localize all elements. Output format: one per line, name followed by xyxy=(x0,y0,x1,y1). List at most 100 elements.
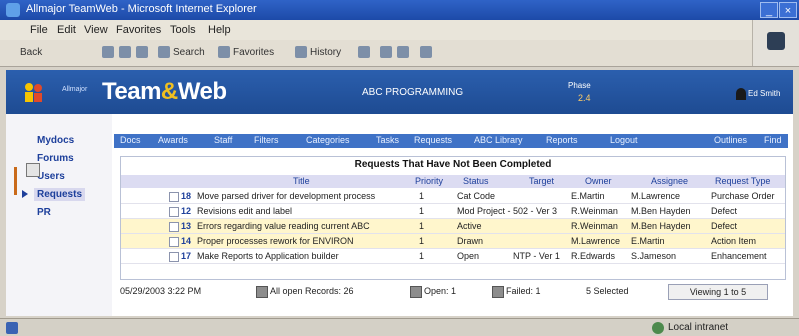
request-number[interactable]: 18 xyxy=(181,191,191,201)
history-icon xyxy=(295,46,307,58)
request-assignee: E.Martin xyxy=(631,236,665,246)
browser-window: Allmajor TeamWeb - Microsoft Internet Ex… xyxy=(0,0,799,336)
request-title[interactable]: Proper processes rework for ENVIRON xyxy=(197,236,407,246)
row-note-icon[interactable] xyxy=(26,163,40,177)
row-checkbox[interactable] xyxy=(169,192,179,202)
ie-logo-icon xyxy=(6,3,20,17)
intranet-zone-icon xyxy=(652,322,664,334)
col-assignee[interactable]: Assignee xyxy=(651,176,688,186)
request-title[interactable]: Errors regarding value reading current A… xyxy=(197,221,407,231)
footer-open[interactable]: Open: 1 xyxy=(424,286,456,296)
nav-outlines[interactable]: Outlines xyxy=(714,135,747,145)
request-status: Mod Project - 502 - Ver 3 xyxy=(457,206,558,216)
request-assignee: S.Jameson xyxy=(631,251,677,261)
minimize-button[interactable]: _ xyxy=(760,2,778,18)
nav-awards[interactable]: Awards xyxy=(158,135,188,145)
menu-edit[interactable]: Edit xyxy=(57,24,76,36)
search-button[interactable]: Search xyxy=(173,47,205,58)
col-status[interactable]: Status xyxy=(463,176,489,186)
request-priority: 1 xyxy=(419,206,425,216)
table-row[interactable]: 18 Move parsed driver for development pr… xyxy=(121,189,785,204)
favorites-button[interactable]: Favorites xyxy=(233,47,274,58)
nav-reports[interactable]: Reports xyxy=(546,135,578,145)
nav-requests[interactable]: Requests xyxy=(414,135,452,145)
request-number[interactable]: 14 xyxy=(181,236,191,246)
row-checkbox[interactable] xyxy=(169,252,179,262)
row-checkbox[interactable] xyxy=(169,222,179,232)
micro-brand: Allmajor xyxy=(62,86,88,93)
request-assignee: M.Lawrence xyxy=(631,191,681,201)
nav-logout[interactable]: Logout xyxy=(610,135,638,145)
history-button[interactable]: History xyxy=(310,47,341,58)
sidebar-item-forums[interactable]: Forums xyxy=(34,152,77,165)
requests-table: Requests That Have Not Been Completed Ti… xyxy=(120,156,786,280)
failed-icon xyxy=(492,286,504,298)
view-range-button[interactable]: Viewing 1 to 5 xyxy=(668,284,768,300)
user-area[interactable]: Ed Smith xyxy=(736,85,780,103)
request-assignee: M.Ben Hayden xyxy=(631,221,691,231)
menu-file[interactable]: File xyxy=(30,24,48,36)
menu-tools[interactable]: Tools xyxy=(170,24,196,36)
mail-icon[interactable] xyxy=(358,46,370,58)
table-row[interactable]: 12 Revisions edit and label 1 Mod Projec… xyxy=(121,204,785,219)
request-owner: E.Martin xyxy=(571,191,605,201)
col-request-type[interactable]: Request Type xyxy=(715,176,770,186)
footer-failed[interactable]: Failed: 1 xyxy=(506,286,541,296)
security-zone: Local intranet xyxy=(668,322,729,333)
row-checkbox[interactable] xyxy=(169,207,179,217)
request-title[interactable]: Make Reports to Application builder xyxy=(197,251,407,261)
request-type: Purchase Order xyxy=(711,191,775,201)
nav-tasks[interactable]: Tasks xyxy=(376,135,399,145)
program-name: ABC PROGRAMMING xyxy=(362,87,464,98)
discuss-icon[interactable] xyxy=(420,46,432,58)
home-icon[interactable] xyxy=(136,46,148,58)
menu-help[interactable]: Help xyxy=(208,24,231,36)
nav-abc-library[interactable]: ABC Library xyxy=(474,135,523,145)
status-bar: Local intranet xyxy=(0,318,799,336)
brand-main: Team xyxy=(102,78,161,105)
col-priority[interactable]: Priority xyxy=(415,176,443,186)
edit-icon[interactable] xyxy=(397,46,409,58)
footer-records[interactable]: All open Records: 26 xyxy=(270,286,354,296)
table-row[interactable]: 17 Make Reports to Application builder 1… xyxy=(121,249,785,264)
request-priority: 1 xyxy=(419,191,425,201)
col-target[interactable]: Target xyxy=(529,176,554,186)
menu-favorites[interactable]: Favorites xyxy=(116,24,161,36)
request-title[interactable]: Revisions edit and label xyxy=(197,206,407,216)
request-status: Open xyxy=(457,251,480,261)
print-icon[interactable] xyxy=(380,46,392,58)
page-done-icon xyxy=(6,322,18,334)
sidebar-item-mydocs[interactable]: Mydocs xyxy=(34,134,77,147)
stop-icon[interactable] xyxy=(102,46,114,58)
nav-staff[interactable]: Staff xyxy=(214,135,232,145)
request-number[interactable]: 13 xyxy=(181,221,191,231)
request-type: Defect xyxy=(711,221,738,231)
brand-end: Web xyxy=(177,78,227,105)
menu-view[interactable]: View xyxy=(84,24,108,36)
request-priority: 1 xyxy=(419,221,425,231)
selection-marker xyxy=(14,167,17,195)
nav-categories[interactable]: Categories xyxy=(306,135,350,145)
col-title[interactable]: Title xyxy=(293,176,310,186)
nav-find[interactable]: Find xyxy=(764,135,782,145)
nav-filters[interactable]: Filters xyxy=(254,135,279,145)
sidebar-item-pr[interactable]: PR xyxy=(34,206,54,219)
back-button[interactable]: Back xyxy=(20,47,42,58)
table-row[interactable]: 14 Proper processes rework for ENVIRON 1… xyxy=(121,234,785,249)
request-title[interactable]: Move parsed driver for development proce… xyxy=(197,191,407,201)
request-number[interactable]: 17 xyxy=(181,251,191,261)
refresh-icon[interactable] xyxy=(119,46,131,58)
user-name: Ed Smith xyxy=(748,89,781,99)
table-header: Title Priority Status Target Owner Assig… xyxy=(121,175,785,188)
sidebar-item-requests[interactable]: Requests xyxy=(34,188,86,201)
nav-docs[interactable]: Docs xyxy=(120,135,141,145)
close-button[interactable]: × xyxy=(779,2,797,18)
table-row[interactable]: 13 Errors regarding value reading curren… xyxy=(121,219,785,234)
request-number[interactable]: 12 xyxy=(181,206,191,216)
col-owner[interactable]: Owner xyxy=(585,176,612,186)
sidebar: Mydocs Forums Users Requests PR xyxy=(6,114,112,316)
search-icon xyxy=(158,46,170,58)
request-target: NTP - Ver 1 xyxy=(513,251,560,261)
favorites-icon xyxy=(218,46,230,58)
row-checkbox[interactable] xyxy=(169,237,179,247)
